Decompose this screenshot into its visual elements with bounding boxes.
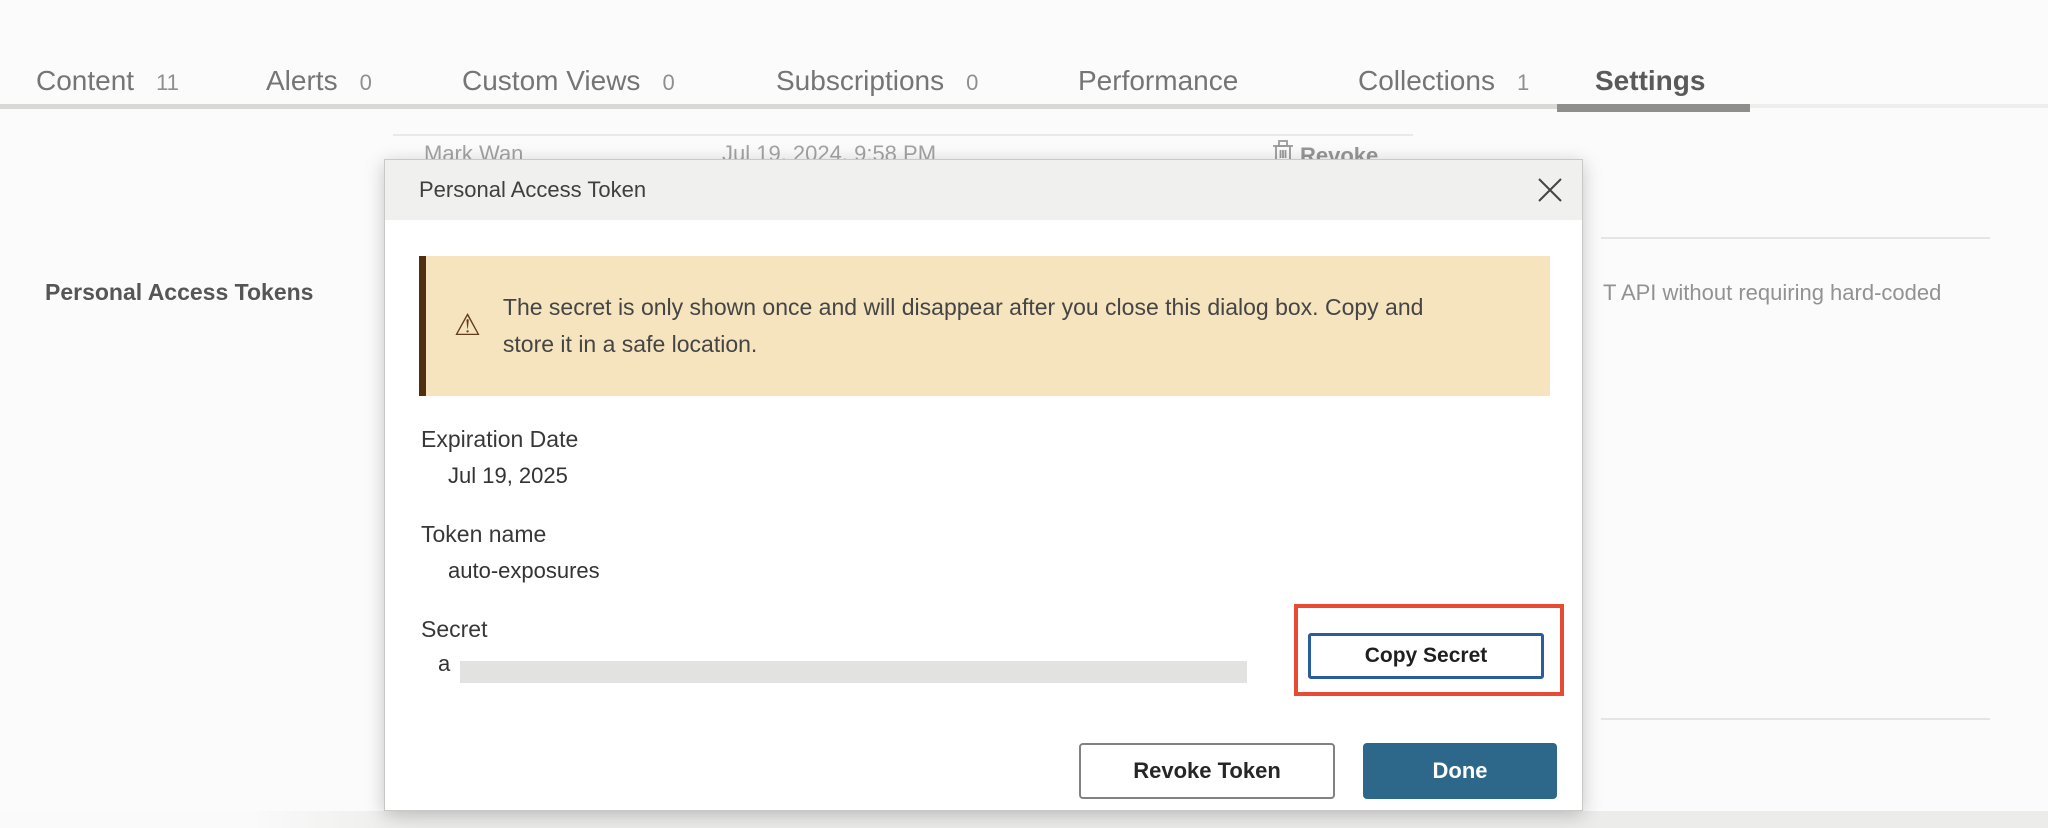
tab-label: Custom Views xyxy=(462,65,640,96)
warning-message: The secret is only shown once and will d… xyxy=(503,289,1503,363)
secret-redacted-bar xyxy=(460,661,1247,683)
token-name-value: auto-exposures xyxy=(448,558,600,584)
right-rail-divider-bottom xyxy=(1601,718,1990,720)
tab-count: 0 xyxy=(662,70,674,95)
copy-secret-button[interactable]: Copy Secret xyxy=(1308,633,1544,679)
page-bottom-strip xyxy=(0,811,2048,828)
tab-subscriptions[interactable]: Subscriptions 0 xyxy=(776,58,978,104)
expiration-date-label: Expiration Date xyxy=(421,426,578,453)
right-rail-divider-top xyxy=(1601,237,1990,239)
tab-label: Alerts xyxy=(266,65,338,96)
dialog-header: Personal Access Token xyxy=(385,160,1582,220)
tab-settings[interactable]: Settings xyxy=(1595,58,1705,104)
table-divider xyxy=(393,134,1413,136)
tabbar-border xyxy=(0,104,1557,109)
dialog-title: Personal Access Token xyxy=(419,160,646,220)
done-button[interactable]: Done xyxy=(1363,743,1557,799)
tab-count: 0 xyxy=(360,70,372,95)
tab-count: 0 xyxy=(966,70,978,95)
tab-count: 11 xyxy=(156,70,179,95)
revoke-token-button[interactable]: Revoke Token xyxy=(1079,743,1335,799)
tab-performance[interactable]: Performance xyxy=(1078,58,1238,104)
tab-label: Content xyxy=(36,65,134,96)
personal-access-token-dialog: Personal Access Token ⚠ The secret is on… xyxy=(384,159,1583,811)
help-text-fragment: T API without requiring hard-coded xyxy=(1603,280,1941,306)
expiration-date-value: Jul 19, 2025 xyxy=(448,463,568,489)
tab-label: Collections xyxy=(1358,65,1495,96)
tab-bar: Content 11 Alerts 0 Custom Views 0 Subscrip… xyxy=(0,0,2048,113)
tabbar-border-right xyxy=(1750,104,2048,108)
token-name-label: Token name xyxy=(421,521,546,548)
page: Content 11 Alerts 0 Custom Views 0 Subscrip… xyxy=(0,0,2048,828)
warning-icon: ⚠ xyxy=(454,311,481,341)
tab-label: Performance xyxy=(1078,65,1238,96)
tab-label: Subscriptions xyxy=(776,65,944,96)
tab-label: Settings xyxy=(1595,65,1705,96)
secret-label: Secret xyxy=(421,616,487,643)
secret-visible-value: a xyxy=(438,651,450,677)
tab-collections[interactable]: Collections 1 xyxy=(1358,58,1529,104)
warning-line-2: store it in a safe location. xyxy=(503,331,757,357)
tab-count: 1 xyxy=(1517,70,1529,95)
tab-alerts[interactable]: Alerts 0 xyxy=(266,58,372,104)
active-tab-underline xyxy=(1557,104,1750,112)
close-icon[interactable] xyxy=(1536,176,1564,204)
tab-content[interactable]: Content 11 xyxy=(36,58,179,104)
tab-custom-views[interactable]: Custom Views 0 xyxy=(462,58,675,104)
warning-banner: ⚠ The secret is only shown once and will… xyxy=(419,256,1550,396)
section-label-personal-access-tokens: Personal Access Tokens xyxy=(45,279,313,306)
warning-line-1: The secret is only shown once and will d… xyxy=(503,294,1424,320)
